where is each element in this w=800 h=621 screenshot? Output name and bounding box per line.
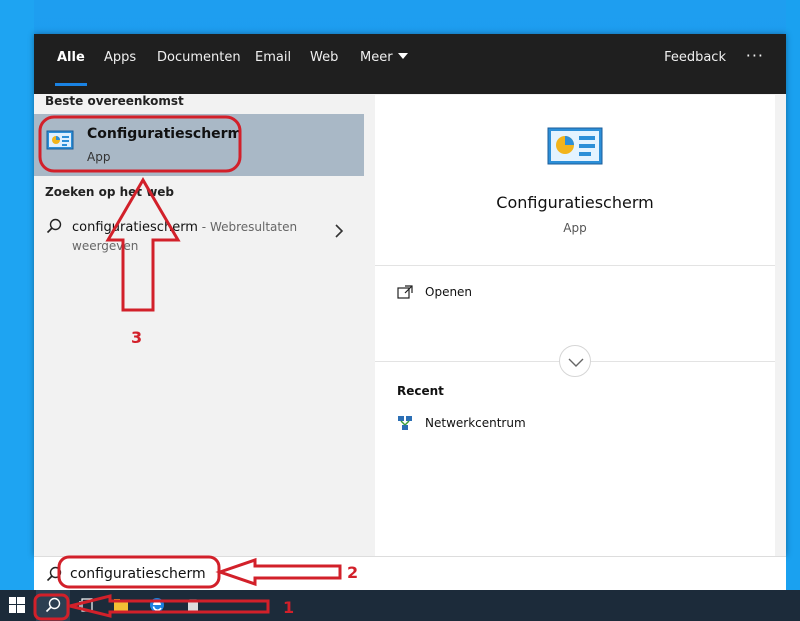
search-input[interactable] [70, 561, 470, 587]
tab-web[interactable]: Web [310, 34, 338, 94]
best-match-subtitle: App [87, 150, 111, 164]
tab-apps[interactable]: Apps [104, 34, 136, 94]
open-window-icon [397, 285, 413, 299]
chevron-down-icon [568, 358, 584, 367]
control-panel-large-icon [547, 127, 603, 165]
store-icon [188, 599, 198, 611]
open-label: Openen [425, 285, 473, 299]
web-search-query: configuratiescherm [72, 220, 198, 235]
annotation-number-2: 2 [347, 563, 359, 582]
detail-app-name: Configuratiescherm [496, 193, 654, 212]
divider [375, 265, 775, 266]
best-match-heading: Beste overeenkomst [45, 94, 184, 108]
control-panel-icon [46, 130, 74, 150]
search-icon [45, 597, 61, 613]
expand-button[interactable] [559, 345, 591, 377]
chevron-right-icon[interactable] [334, 224, 344, 238]
annotation-number-3: 3 [131, 328, 143, 347]
more-options-icon[interactable]: ··· [746, 34, 764, 82]
feedback-button[interactable]: Feedback [664, 34, 726, 82]
search-icon [46, 566, 62, 582]
annotation-number-1: 1 [283, 598, 295, 617]
store-button[interactable] [176, 590, 210, 621]
detail-app-type: App [563, 221, 587, 235]
tab-meer[interactable]: Meer [360, 34, 408, 94]
chevron-down-icon [397, 53, 408, 59]
taskbar-search-button[interactable] [36, 590, 70, 621]
recent-item-label: Netwerkcentrum [425, 416, 526, 430]
results-list: Beste overeenkomst Configuratiescherm Ap… [34, 94, 364, 556]
desktop-background [0, 0, 34, 590]
desktop-background-right [786, 0, 800, 590]
search-tabs-bar: Alle Apps Documenten Email Web Meer Feed… [34, 34, 786, 94]
task-view-button[interactable] [70, 590, 104, 621]
start-button[interactable] [0, 590, 34, 621]
web-search-text: configuratiescherm - Webresultaten weerg… [72, 218, 332, 256]
tab-alle[interactable]: Alle [55, 34, 87, 94]
web-search-result[interactable]: configuratiescherm - Webresultaten weerg… [34, 210, 364, 270]
taskbar [0, 590, 800, 621]
tab-documenten[interactable]: Documenten [157, 34, 241, 94]
task-view-icon [79, 598, 93, 612]
best-match-item[interactable]: Configuratiescherm App [34, 114, 364, 176]
edge-button[interactable] [140, 590, 174, 621]
windows-logo-icon [9, 597, 25, 613]
search-box [34, 556, 786, 590]
tab-meer-label: Meer [360, 50, 393, 65]
search-panel: Alle Apps Documenten Email Web Meer Feed… [34, 34, 786, 556]
folder-icon [114, 599, 128, 611]
best-match-title: Configuratiescherm [87, 126, 243, 142]
file-explorer-button[interactable] [104, 590, 138, 621]
recent-heading: Recent [397, 384, 444, 398]
web-search-heading: Zoeken op het web [45, 185, 175, 199]
network-icon [398, 416, 412, 430]
edge-browser-icon [150, 598, 164, 612]
tab-email[interactable]: Email [255, 34, 291, 94]
search-icon [46, 218, 62, 234]
detail-pane: Configuratiescherm App Openen Recent Net… [375, 95, 775, 556]
